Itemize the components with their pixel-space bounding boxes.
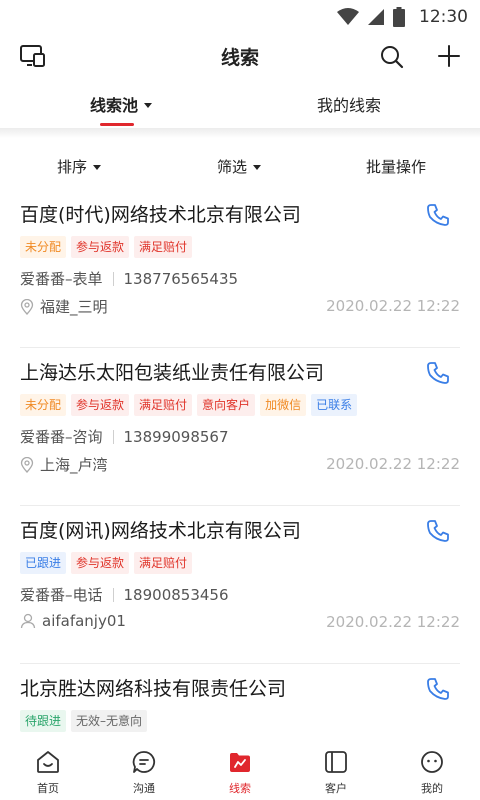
tag: 满足赔付 xyxy=(134,394,193,416)
tag: 已联系 xyxy=(311,394,358,416)
lead-owner-row: aifafanjy01 xyxy=(20,612,126,630)
lead-source-row: 爱番番–表单 138776565435 xyxy=(20,268,238,289)
tag: 参与返款 xyxy=(71,552,130,574)
status-bar: 12:30 xyxy=(0,0,480,34)
lead-company-name: 上海达乐太阳包装纸业责任有限公司 xyxy=(20,362,325,384)
phone-icon[interactable] xyxy=(425,676,451,702)
tag-list: 未分配 参与返款 满足赔付 意向客户 加微信 已联系 xyxy=(20,394,358,416)
nav-item-customer[interactable]: 客户 xyxy=(288,740,384,800)
lead-card[interactable]: 百度(网讯)网络技术北京有限公司 已跟进 参与返款 满足赔付 爱番番–电话 18… xyxy=(20,506,460,664)
wifi-icon xyxy=(337,8,359,25)
header-shadow xyxy=(0,128,480,138)
device-switch-icon[interactable] xyxy=(20,44,46,68)
lead-card[interactable]: 北京胜达网络科技有限责任公司 待跟进 无效–无意向 xyxy=(20,664,460,740)
page-title: 线索 xyxy=(220,46,259,69)
batch-action-button[interactable]: 批量操作 xyxy=(366,156,426,177)
lead-source-row: 爱番番–咨询 13899098567 xyxy=(20,426,229,447)
nav-label: 沟通 xyxy=(133,782,155,795)
lead-source: 爱番番–表单 xyxy=(20,270,103,288)
filter-bar: 排序 筛选 批量操作 xyxy=(0,146,480,186)
sort-label: 排序 xyxy=(57,158,88,176)
lead-location-row: 福建_三明 xyxy=(20,296,108,317)
bottom-nav: 首页 沟通 线索 客户 我的 xyxy=(0,740,480,800)
signal-icon xyxy=(368,9,384,25)
tag: 满足赔付 xyxy=(134,552,193,574)
nav-label: 线索 xyxy=(229,782,251,795)
tag-list: 待跟进 无效–无意向 xyxy=(20,710,148,732)
nav-item-home[interactable]: 首页 xyxy=(0,740,96,800)
tab-my-leads-label: 我的线索 xyxy=(317,96,382,115)
search-icon[interactable] xyxy=(379,44,405,70)
filter-label: 筛选 xyxy=(217,158,248,176)
tag: 待跟进 xyxy=(20,710,67,732)
lead-owner: aifafanjy01 xyxy=(42,612,126,630)
leads-icon xyxy=(230,753,250,772)
lead-company-name: 百度(时代)网络技术北京有限公司 xyxy=(20,204,301,226)
lead-location: 福建_三明 xyxy=(40,298,108,316)
status-time: 12:30 xyxy=(419,7,468,27)
tag: 满足赔付 xyxy=(134,236,193,258)
lead-phone-number: 138776565435 xyxy=(123,269,239,288)
nav-label: 我的 xyxy=(421,782,443,795)
tab-my-leads[interactable]: 我的线索 xyxy=(317,92,381,116)
app-header: 线索 xyxy=(0,34,480,78)
top-tabs: 线索池 我的线索 xyxy=(0,84,480,128)
nav-label: 客户 xyxy=(325,782,347,795)
lead-phone-number: 18900853456 xyxy=(123,585,229,604)
lead-timestamp: 2020.02.22 12:22 xyxy=(326,455,460,473)
lead-location: 上海_卢湾 xyxy=(40,456,108,474)
phone-icon[interactable] xyxy=(425,360,451,386)
caret-down-icon xyxy=(144,102,153,108)
tab-lead-pool[interactable]: 线索池 xyxy=(90,92,153,116)
tag: 参与返款 xyxy=(71,394,130,416)
profile-icon xyxy=(421,751,443,773)
divider xyxy=(112,271,114,286)
lead-source: 爱番番–电话 xyxy=(20,586,103,604)
lead-card[interactable]: 上海达乐太阳包装纸业责任有限公司 未分配 参与返款 满足赔付 意向客户 加微信 … xyxy=(20,348,460,506)
tag: 意向客户 xyxy=(197,394,256,416)
tab-lead-pool-label: 线索池 xyxy=(90,96,139,115)
lead-company-name: 百度(网讯)网络技术北京有限公司 xyxy=(20,520,301,542)
phone-icon[interactable] xyxy=(425,518,451,544)
tag: 已跟进 xyxy=(20,552,67,574)
tag-list: 已跟进 参与返款 满足赔付 xyxy=(20,552,193,574)
caret-down-icon xyxy=(253,165,262,170)
nav-item-profile[interactable]: 我的 xyxy=(384,740,480,800)
customer-icon xyxy=(325,751,347,773)
batch-label: 批量操作 xyxy=(366,158,427,176)
tag-list: 未分配 参与返款 满足赔付 xyxy=(20,236,193,258)
user-icon xyxy=(20,613,36,629)
lead-company-name: 北京胜达网络科技有限责任公司 xyxy=(20,678,287,700)
nav-item-leads[interactable]: 线索 xyxy=(192,740,288,800)
battery-icon xyxy=(393,7,405,27)
caret-down-icon xyxy=(93,165,102,170)
lead-card[interactable]: 百度(时代)网络技术北京有限公司 未分配 参与返款 满足赔付 爱番番–表单 13… xyxy=(20,190,460,348)
lead-source: 爱番番–咨询 xyxy=(20,428,103,446)
tag: 加微信 xyxy=(260,394,307,416)
chat-icon xyxy=(132,751,156,773)
lead-source-row: 爱番番–电话 18900853456 xyxy=(20,584,229,605)
phone-icon[interactable] xyxy=(425,202,451,228)
nav-label: 首页 xyxy=(37,782,59,795)
lead-location-row: 上海_卢湾 xyxy=(20,454,108,475)
tag: 无效–无意向 xyxy=(71,710,148,732)
lead-timestamp: 2020.02.22 12:22 xyxy=(326,297,460,315)
location-pin-icon xyxy=(20,298,34,315)
tag: 参与返款 xyxy=(71,236,130,258)
tag: 未分配 xyxy=(20,394,67,416)
location-pin-icon xyxy=(20,456,34,473)
active-tab-indicator xyxy=(100,123,134,126)
lead-phone-number: 13899098567 xyxy=(123,427,229,446)
divider xyxy=(112,429,114,444)
home-icon xyxy=(37,751,59,773)
tag: 未分配 xyxy=(20,236,67,258)
sort-dropdown[interactable]: 排序 xyxy=(57,156,102,177)
lead-timestamp: 2020.02.22 12:22 xyxy=(326,613,460,631)
filter-dropdown[interactable]: 筛选 xyxy=(217,156,262,177)
add-icon[interactable] xyxy=(436,43,462,69)
divider xyxy=(112,587,114,602)
nav-item-chat[interactable]: 沟通 xyxy=(96,740,192,800)
